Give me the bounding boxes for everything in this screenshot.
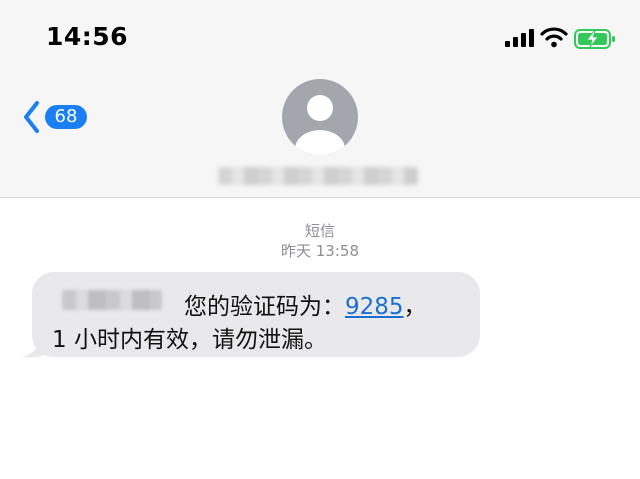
message-line-1: 您的验证码为：9285，: [184, 287, 427, 321]
signal-icon: [505, 29, 534, 47]
avatar-icon[interactable]: [282, 79, 358, 155]
unread-count-badge: 68: [45, 105, 87, 129]
message-line-2: 1 小时内有效，请勿泄漏。: [52, 327, 327, 353]
contact-name-redacted[interactable]: [218, 167, 418, 185]
sender-name-redacted: [62, 290, 162, 310]
battery-charging-icon: [574, 29, 615, 49]
message-type-label: 短信: [304, 222, 335, 240]
message-text-after-code: ，: [403, 294, 427, 320]
verification-code-link[interactable]: 9285: [345, 294, 404, 320]
message-text-before-code: 您的验证码为：: [184, 294, 345, 320]
message-timestamp: 昨天 13:58: [281, 242, 359, 260]
back-button[interactable]: 68: [22, 98, 92, 138]
status-time: 14:56: [46, 22, 129, 51]
wifi-icon: [540, 27, 568, 48]
conversation-header: 14:56 68: [0, 0, 640, 198]
back-chevron-icon: [24, 101, 39, 133]
